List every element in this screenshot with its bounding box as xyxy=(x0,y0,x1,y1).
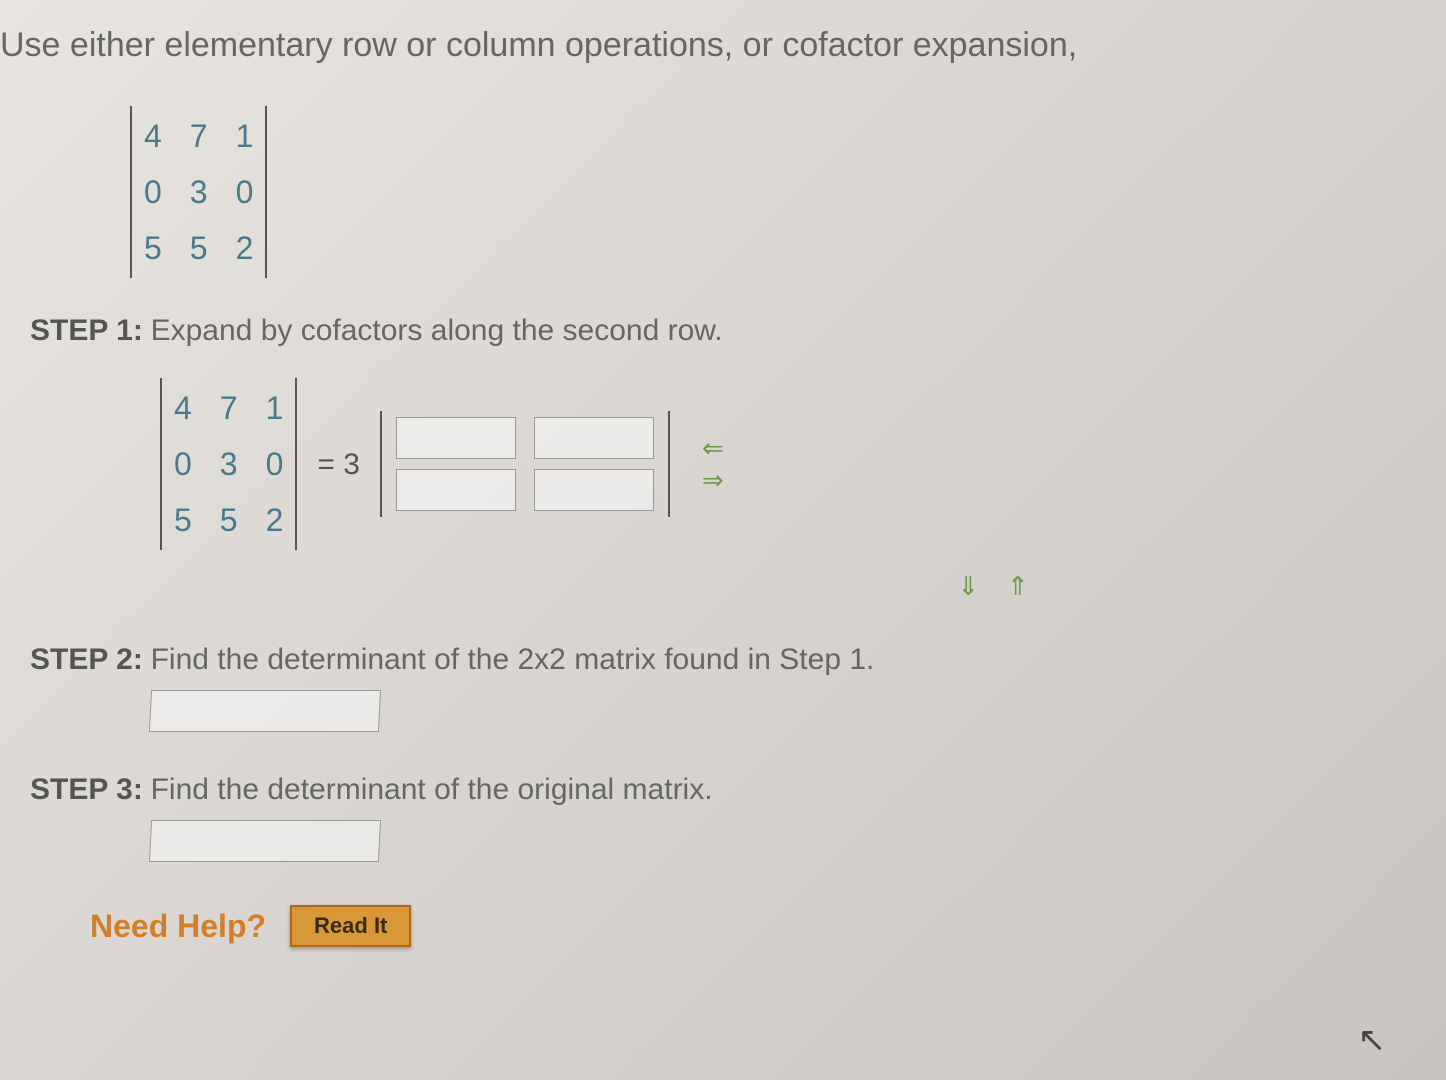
help-row: Need Help? Read It xyxy=(90,902,1446,950)
matrix-cell: 5 xyxy=(174,496,192,544)
matrix-cell: 7 xyxy=(190,112,208,160)
step-3-text: Find the determinant of the original mat… xyxy=(151,773,713,806)
read-it-button[interactable]: Read It xyxy=(290,905,411,947)
det-bar-right xyxy=(668,411,670,517)
minor-cell-input-r1c1[interactable] xyxy=(396,417,516,459)
det-bar-right xyxy=(265,106,267,278)
step1-matrix-determinant: 4 7 1 0 3 0 5 5 2 xyxy=(160,378,297,550)
matrix-cell: 1 xyxy=(266,384,284,432)
matrix-cell: 3 xyxy=(190,168,208,216)
matrix-3x3: 4 7 1 0 3 0 5 5 2 xyxy=(132,106,265,278)
step-1-text: Expand by cofactors along the second row… xyxy=(151,314,723,347)
need-help-label: Need Help? xyxy=(90,902,266,950)
step-1-row: STEP 1: Expand by cofactors along the se… xyxy=(30,308,1446,353)
minor-cell-input-r1c2[interactable] xyxy=(534,417,654,459)
matrix-cell: 1 xyxy=(236,112,254,160)
arrow-right-icon[interactable]: ⇒ xyxy=(702,467,724,493)
step-1-equation: 4 7 1 0 3 0 5 5 2 = 3 ⇐ xyxy=(160,378,1446,550)
matrix-cell: 0 xyxy=(174,440,192,488)
matrix-size-controls-horizontal: ⇐ ⇒ xyxy=(702,435,724,493)
step-3-row: STEP 3: Find the determinant of the orig… xyxy=(30,767,1446,862)
matrix-cell: 0 xyxy=(144,168,162,216)
step-2-label: STEP 2: xyxy=(30,643,143,676)
minor-cell-input-r2c2[interactable] xyxy=(534,469,654,511)
arrow-down-icon[interactable]: ⇓ xyxy=(957,571,989,601)
matrix-cell: 7 xyxy=(220,384,238,432)
matrix-cell: 5 xyxy=(190,224,208,272)
step1-2x2-input-determinant xyxy=(380,411,670,517)
matrix-cell: 2 xyxy=(236,224,254,272)
arrow-left-icon[interactable]: ⇐ xyxy=(702,435,724,461)
matrix-cell: 4 xyxy=(144,112,162,160)
matrix-cell: 4 xyxy=(174,384,192,432)
matrix-2x2-inputs xyxy=(382,411,668,517)
matrix-cell: 5 xyxy=(220,496,238,544)
matrix-cell: 3 xyxy=(220,440,238,488)
original-matrix-determinant: 4 7 1 0 3 0 5 5 2 xyxy=(130,106,267,278)
step-2-text: Find the determinant of the 2x2 matrix f… xyxy=(151,643,875,676)
step-2-answer-input[interactable] xyxy=(149,690,381,732)
step-3-answer-input[interactable] xyxy=(149,820,381,862)
matrix-size-controls-vertical: ⇓ ⇑ xyxy=(550,565,1446,607)
det-bar-right xyxy=(295,378,297,550)
step-2-row: STEP 2: Find the determinant of the 2x2 … xyxy=(30,637,1446,732)
equals-3: = 3 xyxy=(317,442,360,487)
minor-cell-input-r2c1[interactable] xyxy=(396,469,516,511)
step-3-label: STEP 3: xyxy=(30,773,143,806)
step-1-label: STEP 1: xyxy=(30,314,143,347)
matrix-3x3-copy: 4 7 1 0 3 0 5 5 2 xyxy=(162,378,295,550)
matrix-cell: 2 xyxy=(266,496,284,544)
matrix-cell: 0 xyxy=(236,168,254,216)
problem-instruction: Use either elementary row or column oper… xyxy=(0,20,1446,71)
cursor-icon: ↖ xyxy=(1358,1015,1387,1066)
matrix-cell: 5 xyxy=(144,224,162,272)
matrix-cell: 0 xyxy=(266,440,284,488)
arrow-up-icon[interactable]: ⇑ xyxy=(1007,571,1039,601)
